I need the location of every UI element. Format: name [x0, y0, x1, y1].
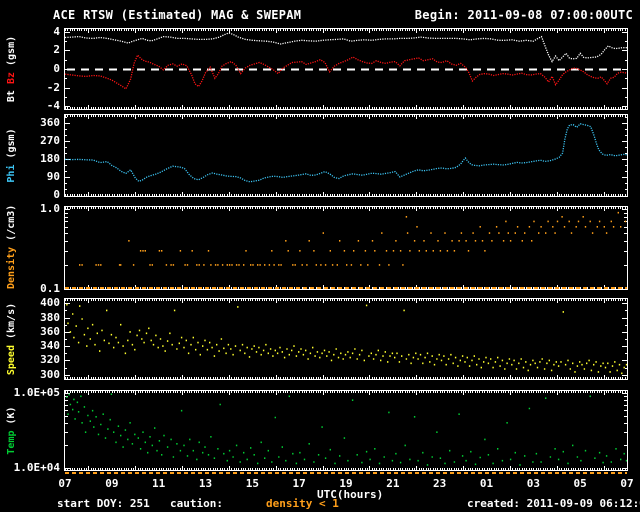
density-axis-label: Density (/cm3) — [6, 204, 17, 289]
x-tick-label: 23 — [433, 477, 447, 490]
density-caution-strip — [65, 472, 627, 474]
density-plot-area — [65, 207, 627, 289]
speed-ytick-label: 300 — [40, 367, 60, 381]
speed-axis-label-part: (km/s) — [6, 302, 17, 346]
x-tick-label: 11 — [152, 477, 166, 490]
temp-ytick-label: 1.0E+04 — [13, 460, 60, 474]
bt-bz-ytick-label: 0 — [53, 61, 60, 75]
speed-ytick-label: 380 — [40, 310, 60, 324]
bt-bz-ytick-label: -4 — [46, 98, 60, 112]
bt-bz-ytick-label: -2 — [46, 80, 60, 94]
speed-plot-area — [65, 299, 627, 379]
speed-ytick-label: 340 — [40, 338, 60, 352]
speed-ytick-label: 320 — [40, 353, 60, 367]
x-tick-label: 13 — [198, 477, 213, 490]
bt-bz-axis-label-part: (gsm) — [6, 35, 17, 73]
bt-bz-axis-label-part: Bt — [6, 90, 17, 103]
phi-axis-label-part: (gsm) — [6, 128, 17, 165]
phi-ytick-label: 270 — [40, 133, 60, 147]
bt-bz-ytick-label: 4 — [53, 24, 60, 38]
start-doy-label: start DOY: 251 — [57, 497, 150, 510]
phi-plot-area — [65, 115, 627, 196]
x-tick-label: 07 — [58, 477, 72, 490]
panel-temp — [64, 390, 628, 471]
caution-label: caution: — [170, 497, 223, 510]
bt-bz-ytick-label: 2 — [53, 43, 60, 57]
panel-bt-bz — [64, 28, 628, 110]
created-timestamp: created: 2011-09-09 06:12:04UTC — [467, 497, 640, 510]
x-tick-label: 19 — [339, 477, 353, 490]
ace-rtsw-plot: ACE RTSW (Estimated) MAG & SWEPAM Begin:… — [0, 0, 640, 512]
phi-axis-label: Phi (gsm) — [6, 115, 17, 196]
temp-ytick-label: 1.0E+05 — [13, 385, 60, 399]
x-tick-label: 05 — [573, 477, 587, 490]
bt-bz-axis-label-part: Bz — [6, 72, 17, 91]
temp-axis-label-part: (K) — [6, 406, 17, 431]
x-tick-label: 15 — [245, 477, 259, 490]
bt-bz-axis-label: Bt Bz (gsm) — [6, 29, 17, 109]
caution-value-label: density < 1 — [266, 497, 339, 510]
speed-axis-label-part: Speed — [6, 345, 17, 376]
speed-ytick-label: 360 — [40, 324, 60, 338]
x-tick-label: 01 — [479, 477, 494, 490]
phi-axis-label-part: Phi — [6, 164, 17, 183]
speed-ytick-label: 400 — [40, 296, 60, 310]
density-axis-label-part: Density — [6, 246, 17, 289]
panel-speed — [64, 298, 628, 380]
phi-ytick-label: 360 — [40, 115, 60, 129]
phi-ytick-label: 90 — [46, 169, 60, 183]
panel-density — [64, 206, 628, 290]
temp-axis-label-part: Temp — [6, 430, 17, 455]
phi-ytick-label: 180 — [40, 151, 60, 165]
x-tick-label: 09 — [105, 477, 119, 490]
x-tick-label: 07 — [620, 477, 634, 490]
speed-axis-label: Speed (km/s) — [6, 299, 17, 379]
plot-title: ACE RTSW (Estimated) MAG & SWEPAM — [53, 8, 302, 22]
phi-ytick-label: 0 — [53, 187, 60, 201]
begin-timestamp: Begin: 2011-09-08 07:00:00UTC — [414, 8, 633, 22]
x-tick-label: 17 — [292, 477, 306, 490]
temp-axis-label: Temp (K) — [6, 391, 17, 470]
temp-plot-area — [65, 391, 627, 470]
density-ytick-label: 1.0 — [40, 201, 60, 215]
bt-bz-plot-area — [65, 29, 627, 109]
panel-phi — [64, 114, 628, 197]
x-tick-label: 21 — [386, 477, 400, 490]
x-tick-label: 03 — [526, 477, 540, 490]
density-ytick-label: 0.1 — [40, 281, 60, 295]
density-axis-label-part: (/cm3) — [6, 204, 17, 247]
